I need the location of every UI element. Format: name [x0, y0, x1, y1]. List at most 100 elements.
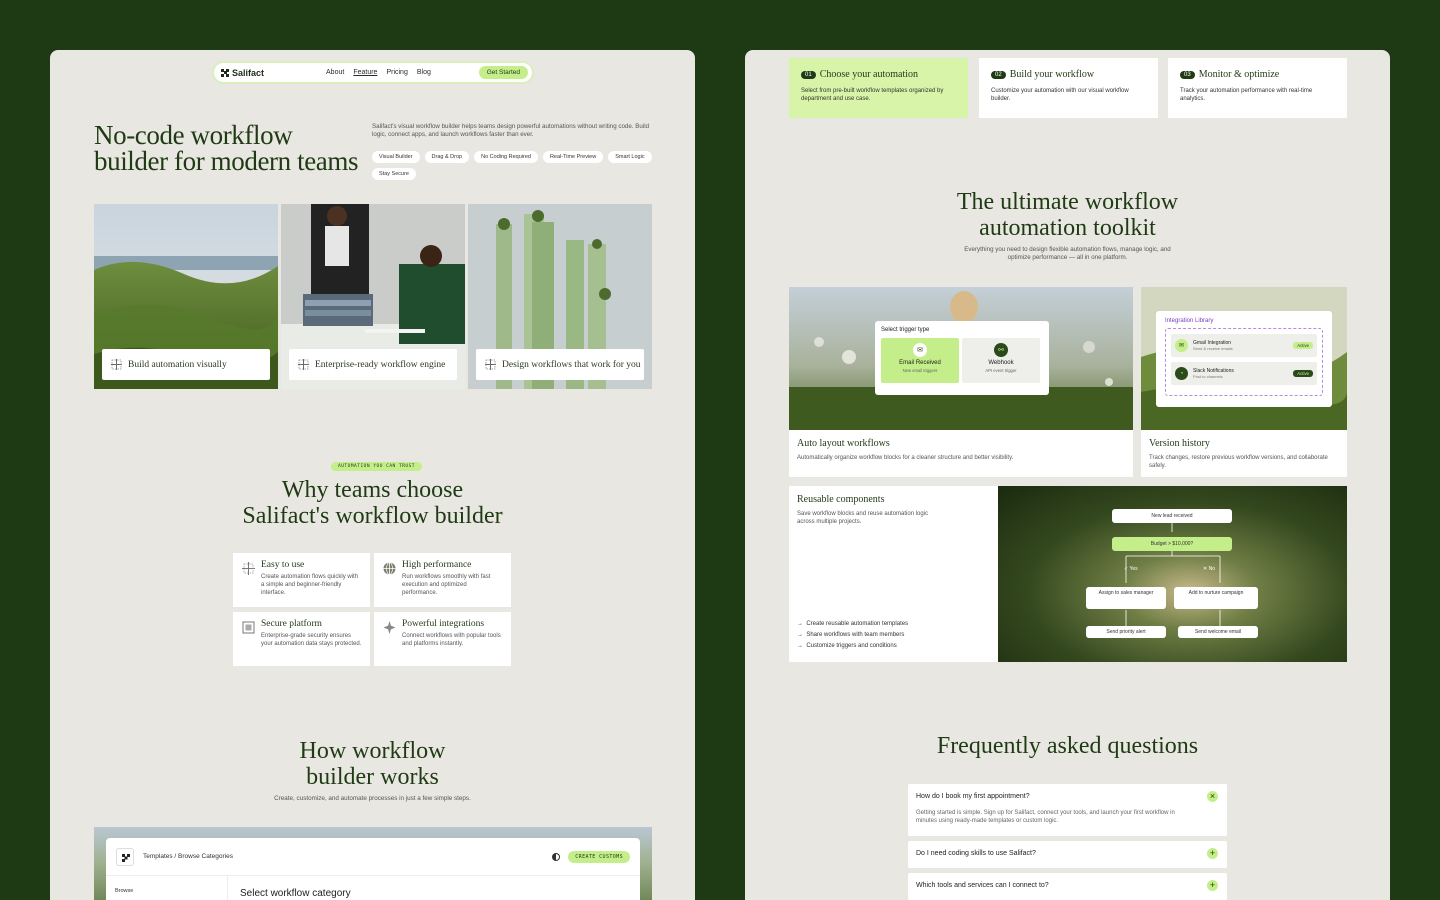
feature-desc: Enterprise-grade security ensures your a…	[261, 633, 362, 647]
tag[interactable]: Smart Logic	[608, 151, 652, 163]
link-icon: ⚯	[994, 343, 1008, 357]
why-title: Why teams choose Salifact's workflow bui…	[50, 477, 695, 529]
plus-icon[interactable]: +	[1207, 848, 1218, 859]
step-number: 02	[991, 70, 1006, 79]
grid-plus-icon	[485, 359, 496, 370]
feature-desc: Connect workflows with popular tools and…	[402, 633, 501, 647]
nav-link-feature[interactable]: Feature	[353, 69, 377, 76]
trigger-option-webhook[interactable]: ⚯ Webhook API event trigger	[962, 338, 1040, 383]
get-started-button[interactable]: Get Started	[478, 66, 528, 79]
nav-link-about[interactable]: About	[326, 69, 344, 76]
sparkle-icon	[383, 621, 396, 634]
card-desc: Automatically organize workflow blocks f…	[797, 455, 1014, 461]
plus-icon[interactable]: +	[1207, 880, 1218, 891]
tag[interactable]: Visual Builder	[372, 151, 420, 163]
flow-node-condition[interactable]: Budget > $10,000?	[1112, 537, 1232, 551]
trigger-option-email[interactable]: ✉ Email Received New email triggers	[881, 338, 959, 383]
faq-item-open[interactable]: How do I book my first appointment? Gett…	[908, 784, 1227, 836]
faq-title: Frequently asked questions	[936, 733, 1199, 759]
integration-item-gmail[interactable]: ✉ Gmail Integration Send & receive email…	[1171, 334, 1317, 357]
integration-title: Slack Notifications	[1193, 367, 1234, 374]
hero-description: Salifact's visual workflow builder helps…	[372, 123, 650, 138]
flow-node-start[interactable]: New lead received	[1112, 509, 1232, 523]
grid-plus-icon	[242, 562, 255, 575]
app-main-title: Select workflow category	[240, 888, 351, 899]
meadow-image: Select trigger type ✉ Email Received New…	[789, 287, 1133, 430]
arrow-right-icon: →	[797, 643, 807, 649]
feature-card-performance: High performance Run workflows smoothly …	[374, 553, 511, 607]
how-title-line1: How workflow	[299, 738, 446, 764]
tag[interactable]: No Coding Required	[474, 151, 538, 163]
card-title: Version history	[1149, 438, 1210, 449]
status-badge: Active	[1293, 342, 1313, 349]
step-card-1[interactable]: 01 Choose your automation Select from pre…	[789, 58, 968, 118]
hero-title-line1: No-code workflow	[94, 120, 293, 150]
step-card-3[interactable]: 03 Monitor & optimize Track your automati…	[1168, 58, 1347, 118]
integration-sub: Post to channels	[1193, 373, 1223, 379]
close-icon[interactable]: ×	[1207, 791, 1218, 802]
flow-node-assign[interactable]: Assign to sales manager	[1086, 587, 1166, 609]
faq-question: Do I need coding skills to use Salifact?	[916, 850, 1036, 857]
integration-library: Integration Library ✉ Gmail Integration …	[1156, 311, 1332, 407]
brand-logo[interactable]: Salifact	[221, 68, 264, 78]
faq-item[interactable]: Which tools and services can I connect t…	[908, 873, 1227, 900]
nav-link-blog[interactable]: Blog	[417, 69, 431, 76]
trigger-option-label: Email Received	[899, 360, 941, 366]
step-desc: Select from pre-built workflow templates…	[801, 88, 944, 102]
list-item-text: Create reusable automation templates	[806, 621, 909, 627]
tag[interactable]: Stay Secure	[372, 168, 416, 180]
faq-question: Which tools and services can I connect t…	[916, 882, 1049, 889]
feature-desc: Create automation flows quickly with a s…	[261, 574, 359, 596]
step-number: 03	[1180, 70, 1195, 79]
why-title-line1: Why teams choose	[281, 477, 464, 503]
faq-answer: Getting started is simple. Sign up for S…	[916, 810, 1175, 824]
card-title: Auto layout workflows	[797, 438, 890, 449]
step-desc: Track your automation performance with r…	[1180, 88, 1313, 102]
toolkit-title-line1: The ultimate workflow	[956, 189, 1179, 215]
card-desc: Track changes, restore previous workflow…	[1149, 455, 1328, 469]
step-title: Choose your automation	[819, 69, 919, 80]
nav-link-pricing[interactable]: Pricing	[386, 69, 407, 76]
list-item: → Create reusable automation templates	[797, 621, 908, 627]
toolkit-title-line2: automation toolkit	[979, 215, 1156, 241]
flow-node-welcome-email[interactable]: Send welcome email	[1178, 626, 1258, 638]
trigger-option-sub: API event trigger	[985, 368, 1017, 373]
hero-card-label: Design workflows that work for you	[502, 359, 641, 370]
breadcrumb[interactable]: Templates / Browse Categories	[143, 853, 233, 860]
version-history-card: Integration Library ✉ Gmail Integration …	[1141, 287, 1347, 477]
grid-plus-icon	[111, 359, 122, 370]
tag[interactable]: Drag & Drop	[424, 151, 470, 163]
theme-toggle-icon[interactable]	[552, 852, 561, 861]
hero-title-line2: builder for modern teams	[94, 146, 359, 176]
feature-title: High performance	[402, 560, 472, 570]
step-title: Monitor & optimize	[1198, 69, 1280, 80]
feature-title: Secure platform	[261, 619, 322, 629]
trigger-option-sub: New email triggers	[902, 368, 938, 373]
flow-node-nurture[interactable]: Add to nurture campaign	[1174, 587, 1258, 609]
brand-name: Salifact	[232, 67, 265, 78]
hero-card-business[interactable]: Enterprise-ready workflow engine	[281, 204, 465, 389]
feature-card-secure: Secure platform Enterprise-grade securit…	[233, 612, 370, 666]
trigger-selector: Select trigger type ✉ Email Received New…	[875, 321, 1049, 395]
auto-layout-card: Select trigger type ✉ Email Received New…	[789, 287, 1133, 477]
hero-card-coast[interactable]: Build automation visually	[94, 204, 278, 389]
flow-node-priority-alert[interactable]: Send priority alert	[1086, 626, 1166, 638]
how-title-line2: builder works	[306, 764, 439, 790]
card-title: Reusable components	[797, 494, 885, 505]
flow-branch-no: ✕ No	[1203, 566, 1215, 572]
bell-icon: ◔	[1175, 367, 1188, 380]
tag[interactable]: Real-Time Preview	[542, 151, 604, 163]
faq-item[interactable]: Do I need coding skills to use Salifact?…	[908, 841, 1227, 868]
create-customs-button[interactable]: CREATE CUSTOMS	[568, 850, 630, 863]
step-card-2[interactable]: 02 Build your workflow Customize your aut…	[979, 58, 1158, 118]
feature-list: → Create reusable automation templates →…	[797, 621, 908, 654]
app-window: Templates / Browse Categories CREATE CUS…	[106, 838, 640, 900]
feature-card-easy: Easy to use Create automation flows quic…	[233, 553, 370, 607]
hero-card-towers[interactable]: Design workflows that work for you	[468, 204, 652, 389]
toolkit-title: The ultimate workflow automation toolkit	[745, 189, 1390, 241]
app-preview: Templates / Browse Categories CREATE CUS…	[94, 827, 652, 900]
integration-item-slack[interactable]: ◔ Slack Notifications Post to channels A…	[1171, 362, 1317, 385]
reusable-components-card: Reusable components Save workflow blocks…	[789, 486, 1347, 662]
trigger-option-label: Webhook	[988, 360, 1014, 366]
shield-grid-icon	[242, 621, 255, 634]
